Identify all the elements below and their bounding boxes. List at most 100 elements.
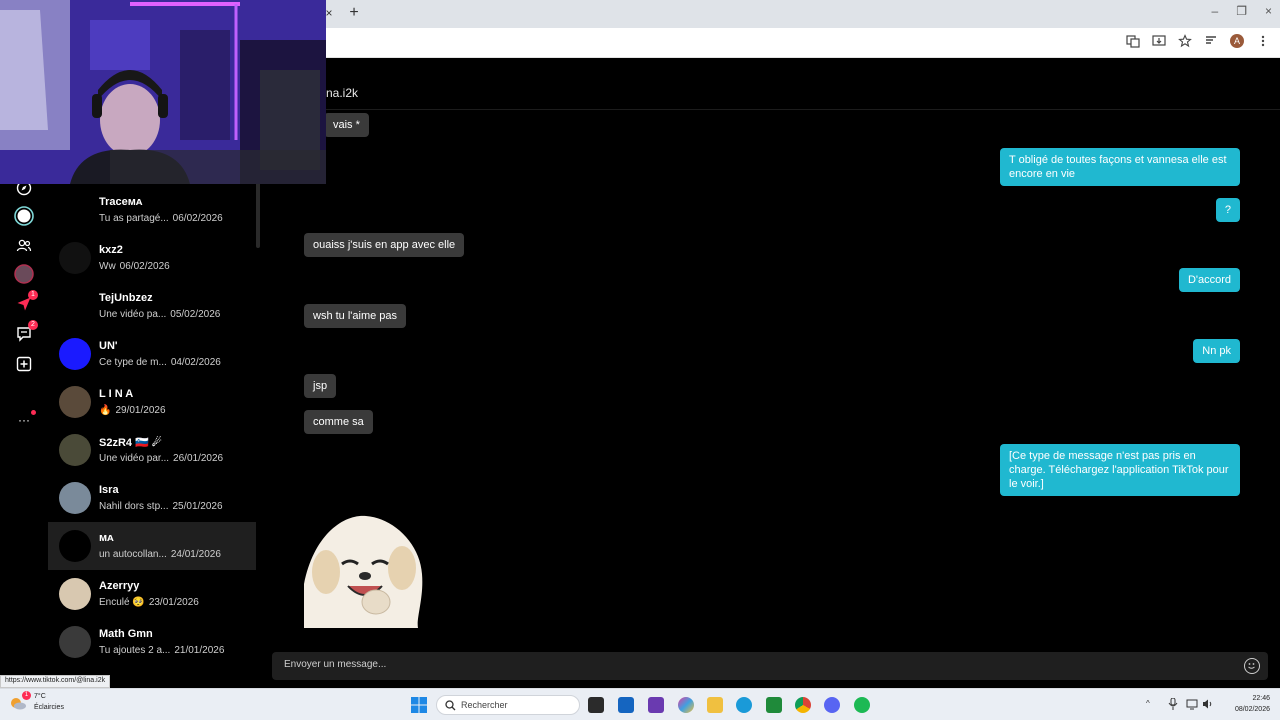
conversation-item[interactable]: kxz2 Ww 06/02/2026: [48, 234, 256, 282]
conversation-preview: Une vidéo par... 26/01/2026: [99, 453, 223, 464]
chat-panel: na.i2k vais * T obligé de toutes façons e…: [260, 58, 1280, 688]
install-app-icon[interactable]: [1152, 34, 1166, 48]
incoming-message[interactable]: comme sa: [304, 410, 373, 434]
task-view-icon[interactable]: [588, 697, 604, 713]
status-link-preview: https://www.tiktok.com/@lina.i2k: [0, 675, 111, 688]
incoming-message[interactable]: ouaiss j'suis en app avec elle: [304, 233, 465, 257]
conversation-item[interactable]: ᴍᴀ un autocollan... 24/01/2026: [48, 522, 256, 570]
conversation-item[interactable]: Azerryy Enculé 🥺 23/01/2026: [48, 570, 256, 618]
tray-chevron-icon[interactable]: ^: [1146, 699, 1150, 708]
preview-text: un autocollan...: [99, 549, 167, 560]
new-tab-button[interactable]: +: [346, 4, 362, 22]
conversation-preview: Nahil dors stp... 25/01/2026: [99, 501, 223, 512]
preview-date: 04/02/2026: [170, 357, 221, 368]
outgoing-message[interactable]: [Ce type de message n'est pas pris en ch…: [1000, 444, 1240, 496]
restore-button[interactable]: ❐: [1236, 4, 1247, 18]
more-icon[interactable]: ···: [14, 410, 36, 430]
profile-avatar[interactable]: A: [1230, 34, 1244, 48]
messages-icon[interactable]: 2: [14, 320, 38, 344]
emoji-icon[interactable]: [1244, 658, 1260, 674]
conversation-item[interactable]: Math Gmn Tu ajoutes 2 a... 21/01/2026: [48, 618, 256, 666]
conversation-preview: Tu as partagé... 06/02/2026: [99, 213, 223, 224]
chat-header: na.i2k: [260, 58, 1280, 110]
following-icon[interactable]: [14, 236, 34, 256]
incoming-message[interactable]: jsp: [304, 374, 337, 398]
microphone-icon[interactable]: [1168, 697, 1178, 710]
puppy-sticker: [304, 514, 424, 628]
translate-icon[interactable]: [1126, 34, 1140, 48]
avatar: [59, 482, 91, 514]
avatar: [59, 242, 91, 274]
reading-list-icon[interactable]: [1204, 34, 1218, 48]
incoming-message[interactable]: wsh tu l'aime pas: [304, 304, 407, 328]
preview-text: Ww: [99, 261, 116, 272]
clock-time: 22:46: [1252, 695, 1270, 702]
preview-date: 23/01/2026: [148, 597, 199, 608]
close-window-button[interactable]: ×: [1265, 4, 1272, 18]
avatar: [59, 194, 91, 226]
system-clock[interactable]: 22:46 08/02/2026: [1235, 693, 1270, 715]
conversation-name: UN': [99, 340, 118, 352]
outgoing-message[interactable]: T obligé de toutes façons et vannesa ell…: [1000, 148, 1240, 186]
windows-start-icon[interactable]: [411, 697, 427, 713]
conversation-preview: un autocollan... 24/01/2026: [99, 549, 221, 560]
conversation-name: Azerryy: [99, 580, 140, 592]
conversation-item[interactable]: S2zR4 🇸🇮 ☄ Une vidéo par... 26/01/2026: [48, 426, 256, 474]
conversation-name: Isra: [99, 484, 119, 496]
app-icon[interactable]: [648, 697, 664, 713]
preview-date: 06/02/2026: [119, 261, 170, 272]
gaming-app-icon[interactable]: [766, 697, 782, 713]
chat-username[interactable]: na.i2k: [326, 86, 358, 100]
more-label: ···: [18, 413, 30, 427]
conversation-preview: Une vidéo pa... 05/02/2026: [99, 309, 220, 320]
clock-date: 08/02/2026: [1234, 706, 1270, 713]
preview-date: 05/02/2026: [170, 309, 221, 320]
avatar: [59, 434, 91, 466]
windows-taskbar: 1 7°C Éclaircies Rechercher ^ 22:46 08/0…: [0, 688, 1280, 720]
outgoing-message[interactable]: D'accord: [1178, 268, 1240, 292]
outgoing-message[interactable]: ?: [1215, 198, 1240, 222]
preview-text: Tu as partagé...: [99, 213, 169, 224]
taskbar-search[interactable]: Rechercher: [436, 695, 580, 715]
conversation-item[interactable]: Traceᴍᴀ Tu as partagé... 06/02/2026: [48, 186, 256, 234]
upload-icon[interactable]: [14, 354, 34, 374]
file-explorer-icon[interactable]: [707, 697, 723, 713]
outgoing-message[interactable]: Nn pk: [1193, 339, 1240, 363]
copilot-icon[interactable]: [678, 697, 694, 713]
preview-text: Nahil dors stp...: [99, 501, 169, 512]
preview-text: Enculé 🥺: [99, 597, 145, 608]
avatar: [59, 338, 91, 370]
weather-description: Éclaircies: [34, 704, 64, 711]
conversation-preview: Ce type de m... 04/02/2026: [99, 357, 221, 368]
minimize-button[interactable]: –: [1212, 4, 1219, 18]
conversation-item[interactable]: L I N A 🔥 29/01/2026: [48, 378, 256, 426]
discord-icon[interactable]: [824, 697, 840, 713]
volume-icon[interactable]: [1202, 697, 1214, 709]
message-composer[interactable]: Envoyer un message...: [272, 652, 1268, 680]
edge-icon[interactable]: [736, 697, 752, 713]
conversation-item[interactable]: UN' Ce type de m... 04/02/2026: [48, 330, 256, 378]
conversation-item[interactable]: Isra Nahil dors stp... 25/01/2026: [48, 474, 256, 522]
spotify-icon[interactable]: [854, 697, 870, 713]
avatar: [59, 626, 91, 658]
messages-badge: 2: [28, 320, 38, 330]
toolbar-icons: A: [1126, 34, 1270, 48]
avatar: [59, 290, 91, 322]
live-icon[interactable]: [14, 206, 34, 226]
conversation-item[interactable]: TejUnbzez Une vidéo pa... 05/02/2026: [48, 282, 256, 330]
network-icon[interactable]: [1186, 697, 1198, 710]
conversation-preview: Ww 06/02/2026: [99, 261, 170, 272]
profile-avatar-icon[interactable]: [14, 264, 34, 284]
chrome-icon[interactable]: [795, 697, 811, 713]
inbox-icon[interactable]: 1: [14, 290, 38, 314]
more-dot: [31, 410, 36, 415]
weather-widget[interactable]: 1 7°C Éclaircies: [8, 691, 64, 718]
preview-text: Une vidéo par...: [99, 453, 170, 464]
store-icon[interactable]: [618, 697, 634, 713]
preview-date: 26/01/2026: [173, 453, 224, 464]
search-icon: [445, 700, 456, 711]
bookmark-star-icon[interactable]: [1178, 34, 1192, 48]
message-input[interactable]: Envoyer un message...: [284, 659, 386, 670]
incoming-message[interactable]: vais *: [324, 113, 369, 137]
browser-menu-icon[interactable]: [1256, 34, 1270, 48]
